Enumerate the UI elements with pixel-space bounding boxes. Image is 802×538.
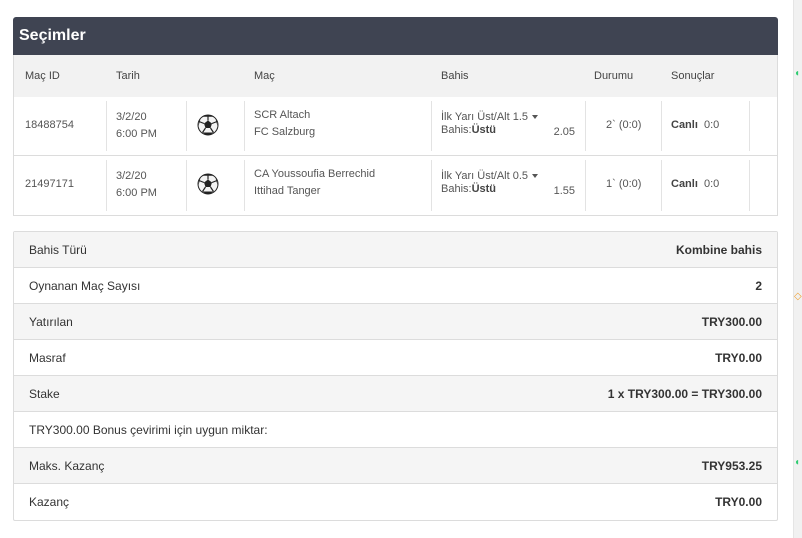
summary-label: Kazanç [29, 495, 70, 509]
result-label: Canlı [671, 178, 698, 190]
soccer-ball-icon [197, 173, 219, 195]
summary-row-max-win: Maks. Kazanç TRY953.25 [14, 448, 777, 484]
selections-panel: Seçimler Maç ID Tarih Maç Bahis Durumu S… [13, 17, 778, 216]
bet-details[interactable]: İlk Yarı Üst/Alt 1.5 Bahis:Üstü 2.05 [441, 111, 575, 138]
summary-value: 1 x TRY300.00 = TRY300.00 [607, 387, 762, 401]
match-status: 2` (0:0) [606, 119, 642, 131]
bet-label: Bahis: [441, 124, 472, 136]
summary-row-bet-type: Bahis Türü Kombine bahis [14, 232, 777, 268]
match-time: 6:00 PM [116, 128, 157, 140]
away-team: FC Salzburg [254, 126, 316, 138]
summary-row-match-count: Oynanan Maç Sayısı 2 [14, 268, 777, 304]
result-label: Canlı [671, 119, 698, 131]
column-durumu: Durumu [594, 70, 634, 82]
bet-value: Üstü [471, 183, 497, 195]
summary-value: Kombine bahis [675, 243, 762, 257]
match-result: Canlı 0:0 [671, 178, 719, 190]
summary-row-fee: Masraf TRY0.00 [14, 340, 777, 376]
summary-row-win: Kazanç TRY0.00 [14, 484, 777, 520]
away-team: Ittihad Tanger [254, 185, 321, 197]
summary-row-deposited: Yatırılan TRY300.00 [14, 304, 777, 340]
summary-label: Stake [29, 387, 60, 401]
summary-value: TRY0.00 [715, 495, 762, 509]
result-score: 0:0 [703, 178, 720, 190]
match-id: 21497171 [25, 178, 74, 190]
soccer-ball-icon [197, 114, 219, 136]
home-team: SCR Altach [254, 109, 311, 121]
bet-market: İlk Yarı Üst/Alt 0.5 [441, 170, 529, 182]
bet-odds: 1.55 [553, 185, 575, 197]
match-id: 18488754 [25, 119, 74, 131]
table-row[interactable]: 18488754 3/2/20 6:00 PM SCR Altach FC Sa… [14, 97, 777, 156]
bet-odds: 2.05 [553, 126, 575, 138]
status-dot-icon: ◖ [794, 457, 801, 468]
chevron-down-icon[interactable] [532, 174, 539, 179]
bet-label: Bahis: [441, 183, 472, 195]
summary-label: TRY300.00 Bonus çevirimi için uygun mikt… [29, 423, 268, 437]
column-sonuclar: Sonuçlar [671, 70, 715, 82]
summary-label: Bahis Türü [29, 243, 87, 257]
result-score: 0:0 [703, 119, 720, 131]
match-date: 3/2/20 [116, 111, 147, 123]
summary-label: Oynanan Maç Sayısı [29, 279, 141, 293]
summary-label: Yatırılan [29, 315, 73, 329]
summary-value: TRY300.00 [701, 315, 762, 329]
selections-table: Maç ID Tarih Maç Bahis Durumu Sonuçlar 1… [13, 55, 778, 216]
match-teams[interactable]: SCR Altach FC Salzburg [254, 107, 315, 141]
match-status: 1` (0:0) [606, 178, 642, 190]
chevron-down-icon[interactable] [532, 115, 539, 120]
home-team: CA Youssoufia Berrechid [254, 168, 376, 180]
summary-value: TRY953.25 [701, 459, 762, 473]
table-header: Maç ID Tarih Maç Bahis Durumu Sonuçlar [14, 55, 777, 97]
column-mac-id: Maç ID [25, 70, 60, 82]
match-time: 6:00 PM [116, 187, 157, 199]
bet-value: Üstü [471, 124, 497, 136]
chevron-updown-icon[interactable]: ◇ [794, 291, 802, 302]
match-datetime: 3/2/20 6:00 PM [116, 168, 157, 202]
bet-details[interactable]: İlk Yarı Üst/Alt 0.5 Bahis:Üstü 1.55 [441, 170, 575, 197]
column-tarih: Tarih [116, 70, 140, 82]
column-mac: Maç [254, 70, 275, 82]
status-dot-icon: ◖ [794, 68, 801, 79]
summary-label: Masraf [29, 351, 66, 365]
summary-value: TRY0.00 [715, 351, 762, 365]
table-row[interactable]: 21497171 3/2/20 6:00 PM CA Youssoufia Be… [14, 156, 777, 215]
match-teams[interactable]: CA Youssoufia Berrechid Ittihad Tanger [254, 166, 375, 200]
bet-market: İlk Yarı Üst/Alt 1.5 [441, 111, 529, 123]
summary-row-bonus: TRY300.00 Bonus çevirimi için uygun mikt… [14, 412, 777, 448]
summary-row-stake: Stake 1 x TRY300.00 = TRY300.00 [14, 376, 777, 412]
panel-title: Seçimler [13, 17, 778, 55]
summary-label: Maks. Kazanç [29, 459, 105, 473]
column-bahis: Bahis [441, 70, 469, 82]
match-date: 3/2/20 [116, 170, 147, 182]
match-result: Canlı 0:0 [671, 119, 719, 131]
bet-summary: Bahis Türü Kombine bahis Oynanan Maç Say… [13, 231, 778, 521]
match-datetime: 3/2/20 6:00 PM [116, 109, 157, 143]
summary-value: 2 [755, 279, 762, 293]
